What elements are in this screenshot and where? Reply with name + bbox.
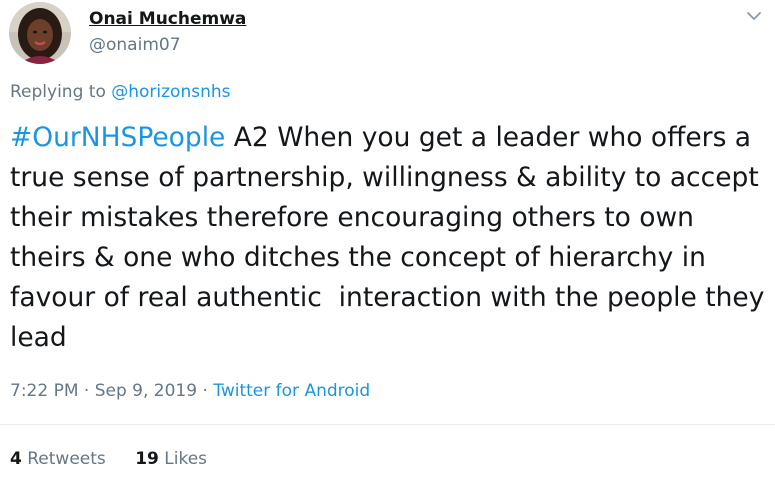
- avatar[interactable]: [9, 2, 71, 64]
- tweet-meta: 7:22 PM · Sep 9, 2019 · Twitter for Andr…: [10, 381, 370, 401]
- tweet-card: Onai Muchemwa @onaim07 Replying to @hori…: [0, 0, 775, 479]
- tweet-date[interactable]: Sep 9, 2019: [95, 381, 197, 401]
- retweets-count: 4: [10, 449, 22, 469]
- retweets-label: Retweets: [27, 449, 106, 469]
- hashtag-link[interactable]: #OurNHSPeople: [10, 122, 225, 153]
- meta-separator: ·: [78, 381, 95, 401]
- likes-count: 19: [135, 449, 159, 469]
- author-name[interactable]: Onai Muchemwa: [89, 9, 246, 29]
- likes-label: Likes: [164, 449, 208, 469]
- likes-stat[interactable]: 19 Likes: [135, 449, 207, 469]
- meta-separator-2: ·: [197, 381, 214, 401]
- tweet-body: A2 When you get a leader who offers a tr…: [10, 122, 773, 353]
- tweet-text: #OurNHSPeople A2 When you get a leader w…: [10, 118, 772, 358]
- reply-mention-link[interactable]: @horizonsnhs: [111, 82, 230, 102]
- tweet-time[interactable]: 7:22 PM: [10, 381, 79, 401]
- tweet-stats: 4 Retweets 19 Likes: [10, 449, 207, 469]
- chevron-down-icon[interactable]: [744, 8, 764, 24]
- author-handle[interactable]: @onaim07: [89, 35, 181, 55]
- replying-to: Replying to @horizonsnhs: [10, 82, 231, 102]
- divider: [0, 424, 775, 425]
- avatar-image: [9, 2, 71, 64]
- tweet-source-link[interactable]: Twitter for Android: [213, 381, 370, 401]
- replying-prefix: Replying to: [10, 82, 112, 102]
- retweets-stat[interactable]: 4 Retweets: [10, 449, 106, 469]
